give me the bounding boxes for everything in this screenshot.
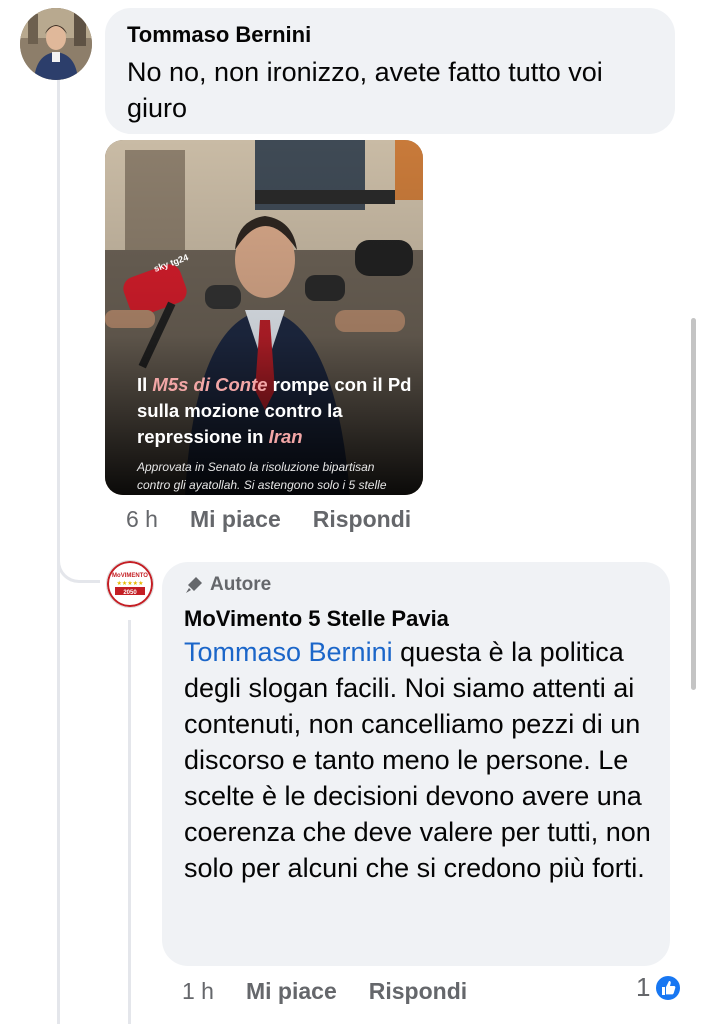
thread-line-reply bbox=[128, 620, 131, 1024]
reply-button[interactable]: Rispondi bbox=[313, 506, 411, 533]
svg-text:★★★★★: ★★★★★ bbox=[117, 580, 144, 587]
comment-time[interactable]: 1 h bbox=[182, 978, 214, 1005]
microphone-icon bbox=[186, 577, 202, 593]
author-badge: Autore bbox=[184, 574, 271, 596]
news-subheadline: Approvata in Senato la risoluzione bipar… bbox=[137, 460, 387, 492]
comment-bubble-1: Tommaso Bernini No no, non ironizzo, ave… bbox=[105, 8, 675, 134]
comment-time[interactable]: 6 h bbox=[126, 506, 158, 533]
thread-connector-curve bbox=[57, 540, 100, 583]
comment-bubble-2: Autore MoVimento 5 Stelle Pavia Tommaso … bbox=[162, 562, 670, 966]
svg-text:MoVIMENTO: MoVIMENTO bbox=[112, 573, 148, 579]
avatar-tommaso[interactable] bbox=[20, 8, 92, 80]
headline-highlight-iran: Iran bbox=[268, 426, 303, 447]
comment-1-actions: 6 h Mi piace Rispondi bbox=[126, 506, 443, 533]
comment-author[interactable]: Tommaso Bernini bbox=[127, 22, 311, 48]
headline-part-1: Il bbox=[137, 374, 153, 395]
movimento-logo-icon: MoVIMENTO ★★★★★ 2050 bbox=[107, 561, 153, 607]
comment-2-actions: 1 h Mi piace Rispondi bbox=[182, 978, 499, 1005]
like-reaction-icon bbox=[654, 973, 683, 1002]
mention-link[interactable]: Tommaso Bernini bbox=[184, 637, 393, 667]
comment-text: No no, non ironizzo, avete fatto tutto v… bbox=[127, 57, 603, 123]
comment-text: Tommaso Bernini questa è la politica deg… bbox=[184, 634, 662, 886]
avatar-movimento[interactable]: MoVIMENTO ★★★★★ 2050 bbox=[106, 560, 154, 608]
like-button[interactable]: Mi piace bbox=[190, 506, 281, 533]
comment-body: questa è la politica degli slogan facili… bbox=[184, 637, 651, 883]
scrollbar-thumb[interactable] bbox=[691, 318, 696, 690]
comment-author[interactable]: MoVimento 5 Stelle Pavia bbox=[184, 606, 449, 632]
reply-button[interactable]: Rispondi bbox=[369, 978, 467, 1005]
news-headline: Il M5s di Conte rompe con il Pd sulla mo… bbox=[137, 372, 412, 450]
svg-text:2050: 2050 bbox=[123, 590, 137, 596]
avatar-photo-icon bbox=[20, 8, 92, 80]
reaction-count: 1 bbox=[636, 972, 651, 1002]
headline-highlight-m5s: M5s di Conte bbox=[152, 374, 268, 395]
reaction-summary[interactable]: 1 bbox=[636, 972, 683, 1003]
author-badge-label: Autore bbox=[210, 574, 272, 595]
news-image[interactable]: sky tg24 Il M5s di Conte rompe con il Pd… bbox=[105, 140, 423, 495]
like-button[interactable]: Mi piace bbox=[246, 978, 337, 1005]
